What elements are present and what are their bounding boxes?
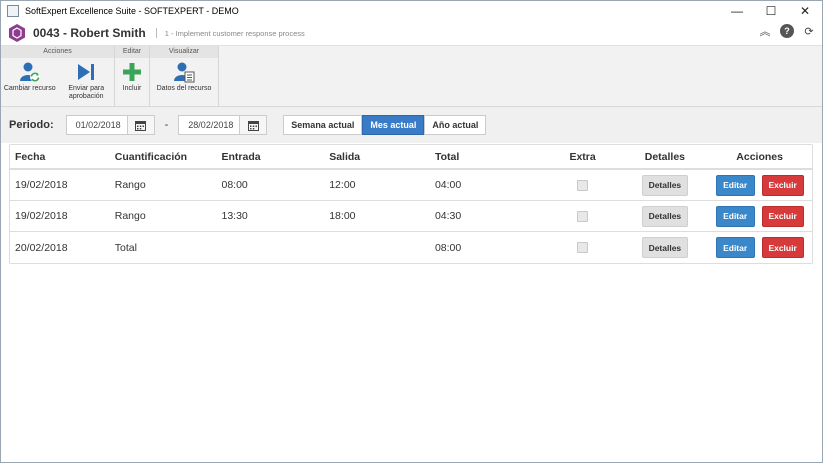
cell-fecha: 19/02/2018 [15, 179, 68, 191]
cell-fecha: 20/02/2018 [15, 241, 68, 254]
extra-checkbox[interactable] [577, 210, 589, 222]
record-subtitle: 1 - Implement customer response process [164, 28, 305, 38]
minimize-button[interactable]: — [720, 1, 754, 21]
column-header-acciones: Acciones [736, 150, 783, 163]
send-approval-label: Enviar para aprobación [68, 85, 105, 100]
column-header-entrada: Entrada [221, 150, 261, 163]
column-header-salida: Salida [329, 150, 361, 163]
period-label: Periodo: [9, 119, 54, 131]
plus-icon [123, 63, 141, 81]
details-button[interactable]: Detalles [641, 174, 688, 196]
calendar-icon[interactable] [126, 116, 154, 134]
cell-salida: 12:00 [329, 179, 356, 191]
app-icon [7, 5, 19, 17]
ribbon-group-label: Editar [115, 46, 149, 58]
help-icon[interactable]: ? [780, 24, 794, 38]
edit-button[interactable]: Editar [715, 237, 755, 258]
record-title: 0043 - Robert Smith [33, 26, 146, 40]
date-to-field[interactable]: 28/02/2018 [178, 115, 268, 135]
change-resource-button[interactable]: Cambiar recurso [1, 58, 58, 106]
header-actions: ︽ ? ⟳ [758, 24, 816, 38]
ribbon-group-acciones: Acciones Cambiar recurso Enviar para apr… [1, 46, 115, 106]
delete-button[interactable]: Excluir [761, 174, 804, 196]
column-header-cuantificacion: Cuantificación [114, 150, 188, 163]
edit-button[interactable]: Editar [715, 174, 755, 196]
send-approval-icon [78, 64, 95, 80]
cell-total: 04:30 [434, 210, 462, 222]
period-month-button[interactable]: Mes actual [362, 115, 425, 135]
time-entries-table: Fecha Cuantificación Entrada Salida Tota… [9, 144, 813, 264]
include-label: Incluir [122, 85, 142, 92]
ribbon-group-editar: Editar Incluir [115, 46, 150, 106]
details-button[interactable]: Detalles [641, 237, 688, 258]
maximize-button[interactable]: ☐ [754, 1, 788, 21]
resource-data-label: Datos del recurso [156, 85, 212, 92]
cell-cuantificacion: Rango [114, 179, 146, 191]
calendar-icon[interactable] [239, 116, 267, 134]
date-range-separator: - [164, 119, 169, 131]
edit-button[interactable]: Editar [715, 205, 755, 227]
resource-data-icon [174, 62, 195, 83]
date-from-field[interactable]: 01/02/2018 [65, 115, 155, 135]
details-button[interactable]: Detalles [641, 205, 688, 227]
cell-entrada: 13:30 [221, 210, 248, 222]
resource-data-button[interactable]: Datos del recurso [150, 58, 218, 106]
period-filter-bar: Periodo: 01/02/2018 - 28/02/2018 Semana … [1, 107, 822, 143]
cell-total: 04:00 [434, 179, 462, 191]
change-resource-icon [19, 62, 40, 82]
brand-hexagon-icon [9, 24, 25, 42]
include-button[interactable]: Incluir [115, 58, 149, 106]
ribbon-group-label: Acciones [1, 46, 114, 58]
change-resource-label: Cambiar recurso [3, 85, 56, 92]
close-button[interactable]: ✕ [788, 1, 822, 21]
cell-cuantificacion: Total [114, 241, 137, 254]
header-divider [155, 28, 157, 38]
ribbon-toolbar: Acciones Cambiar recurso Enviar para apr… [1, 45, 822, 107]
extra-checkbox[interactable] [577, 242, 589, 253]
collapse-icon[interactable]: ︽ [758, 24, 772, 38]
period-selector: Semana actual Mes actual Año actual [283, 115, 487, 135]
table-row: 19/02/2018 Rango 08:00 12:00 04:00 Detal… [10, 170, 812, 201]
title-bar: SoftExpert Excellence Suite - SOFTEXPERT… [1, 1, 822, 21]
cell-entrada: 08:00 [221, 179, 248, 191]
app-window: SoftExpert Excellence Suite - SOFTEXPERT… [0, 0, 823, 463]
send-approval-button[interactable]: Enviar para aprobación [58, 58, 114, 106]
delete-button[interactable]: Excluir [761, 205, 804, 227]
period-week-button[interactable]: Semana actual [283, 115, 363, 135]
table-header: Fecha Cuantificación Entrada Salida Tota… [10, 145, 812, 170]
ribbon-group-visualizar: Visualizar Datos del recurso [150, 46, 219, 106]
record-header: 0043 - Robert Smith 1 - Implement custom… [1, 21, 822, 45]
table-row: 19/02/2018 Rango 13:30 18:00 04:30 Detal… [10, 201, 812, 232]
column-header-detalles: Detalles [644, 150, 686, 163]
table-row: 20/02/2018 Total 08:00 Detalles Editar E… [10, 232, 812, 263]
cell-cuantificacion: Rango [114, 210, 146, 222]
date-from-value[interactable]: 01/02/2018 [67, 116, 127, 134]
extra-checkbox[interactable] [577, 179, 589, 191]
refresh-icon[interactable]: ⟳ [802, 24, 816, 38]
window-title: SoftExpert Excellence Suite - SOFTEXPERT… [25, 6, 239, 16]
cell-total: 08:00 [434, 241, 462, 254]
column-header-total: Total [434, 150, 460, 163]
column-header-fecha: Fecha [15, 150, 46, 163]
column-header-extra: Extra [569, 150, 596, 163]
ribbon-group-label: Visualizar [150, 46, 218, 58]
date-to-value[interactable]: 28/02/2018 [179, 116, 239, 134]
period-year-button[interactable]: Año actual [424, 115, 487, 135]
cell-fecha: 19/02/2018 [15, 210, 68, 222]
cell-salida: 18:00 [329, 210, 356, 222]
delete-button[interactable]: Excluir [761, 237, 804, 258]
